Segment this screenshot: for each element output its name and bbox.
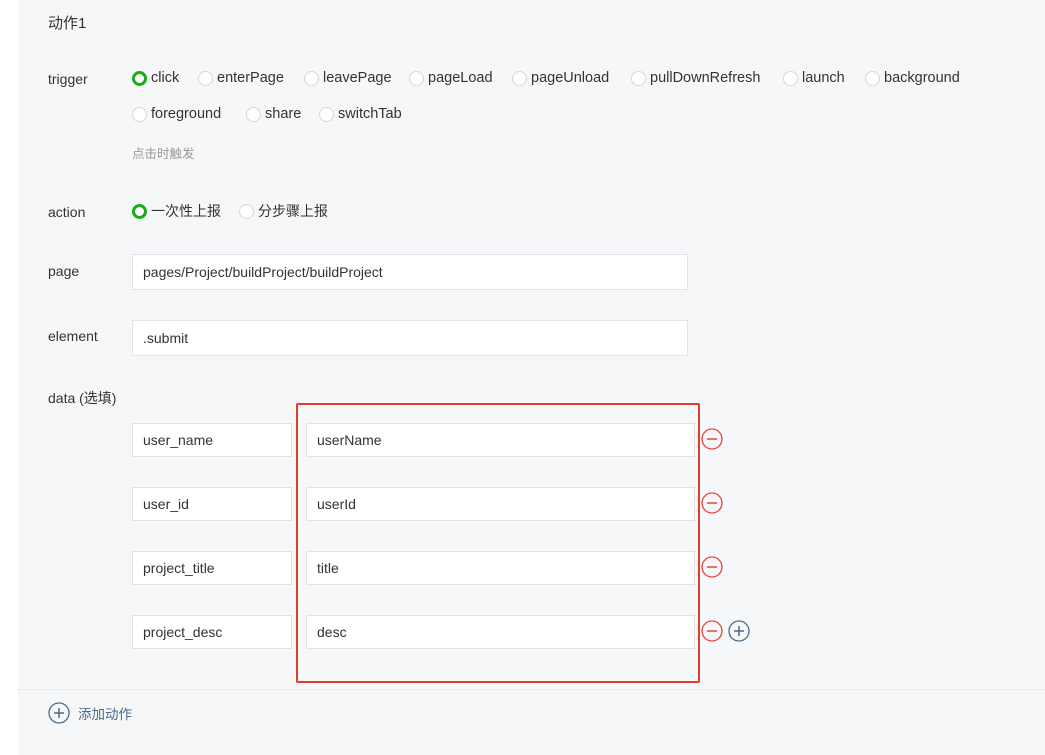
trigger-hint: 点击时触发: [132, 147, 195, 161]
radio-unchecked-icon: [409, 70, 424, 86]
element-input[interactable]: .submit: [132, 320, 688, 356]
minus-circle-icon[interactable]: [701, 428, 723, 450]
radio-unchecked-icon: [246, 106, 261, 122]
radio-label: pageLoad: [428, 70, 493, 86]
plus-circle-icon: [48, 702, 70, 724]
radio-unchecked-icon: [631, 70, 646, 86]
trigger-option-pulldownrefresh[interactable]: pullDownRefresh: [631, 67, 760, 89]
radio-label: background: [884, 70, 960, 86]
radio-unchecked-icon: [865, 70, 880, 86]
element-label: element: [48, 328, 98, 344]
plus-circle-icon[interactable]: [728, 620, 750, 642]
data-key-input[interactable]: project_title: [132, 551, 292, 585]
radio-label: share: [265, 106, 302, 122]
radio-unchecked-icon: [239, 203, 254, 219]
radio-unchecked-icon: [512, 70, 527, 86]
data-key-input[interactable]: user_name: [132, 423, 292, 457]
radio-checked-icon: [132, 70, 147, 86]
data-value-input[interactable]: desc: [306, 615, 695, 649]
minus-circle-icon[interactable]: [701, 620, 723, 642]
radio-label: pullDownRefresh: [650, 70, 761, 86]
trigger-option-foreground[interactable]: foreground: [132, 103, 221, 125]
trigger-option-launch[interactable]: launch: [783, 67, 845, 89]
radio-checked-icon: [132, 203, 147, 219]
radio-label: click: [151, 70, 180, 86]
radio-label: leavePage: [323, 70, 392, 86]
page-input[interactable]: pages/Project/buildProject/buildProject: [132, 254, 688, 290]
trigger-option-background[interactable]: background: [865, 67, 960, 89]
data-key-input[interactable]: user_id: [132, 487, 292, 521]
page-label: page: [48, 263, 80, 279]
trigger-option-leavepage[interactable]: leavePage: [304, 67, 392, 89]
radio-label: pageUnload: [531, 70, 610, 86]
action-option-once[interactable]: 一次性上报: [132, 200, 221, 222]
minus-circle-icon[interactable]: [701, 556, 723, 578]
radio-unchecked-icon: [304, 70, 319, 86]
data-value-input[interactable]: title: [306, 551, 695, 585]
trigger-option-switchtab[interactable]: switchTab: [319, 103, 402, 125]
radio-label: enterPage: [217, 70, 284, 86]
radio-unchecked-icon: [132, 106, 147, 122]
trigger-option-pageunload[interactable]: pageUnload: [512, 67, 609, 89]
radio-label: 一次性上报: [151, 203, 221, 219]
trigger-option-enterpage[interactable]: enterPage: [198, 67, 284, 89]
add-action-label: 添加动作: [78, 707, 132, 722]
data-label: data (选填): [48, 390, 117, 406]
footer-bar: [18, 690, 1045, 755]
radio-label: 分步骤上报: [258, 203, 328, 219]
radio-label: foreground: [151, 106, 222, 122]
action-label: action: [48, 204, 86, 220]
radio-unchecked-icon: [783, 70, 798, 86]
trigger-option-click[interactable]: click: [132, 67, 179, 89]
trigger-option-pageload[interactable]: pageLoad: [409, 67, 493, 89]
trigger-label: trigger: [48, 71, 88, 87]
action-option-stepwise[interactable]: 分步骤上报: [239, 200, 328, 222]
section-title: 动作1: [48, 15, 87, 32]
data-key-input[interactable]: project_desc: [132, 615, 292, 649]
data-value-input[interactable]: userId: [306, 487, 695, 521]
radio-unchecked-icon: [319, 106, 334, 122]
minus-circle-icon[interactable]: [701, 492, 723, 514]
radio-label: switchTab: [338, 106, 402, 122]
radio-unchecked-icon: [198, 70, 213, 86]
radio-label: launch: [802, 70, 845, 86]
add-action-button[interactable]: 添加动作: [48, 701, 132, 725]
data-value-input[interactable]: userName: [306, 423, 695, 457]
trigger-option-share[interactable]: share: [246, 103, 301, 125]
